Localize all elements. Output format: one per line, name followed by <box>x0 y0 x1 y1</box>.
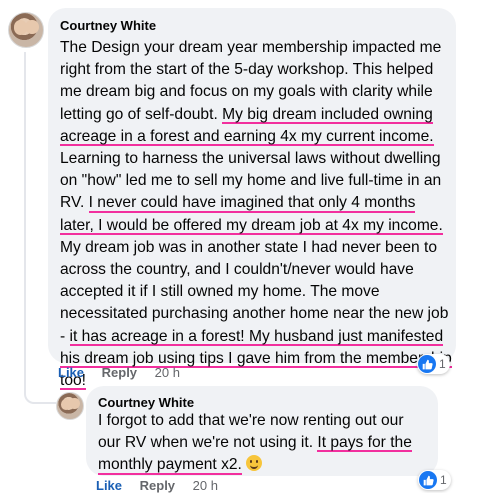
reaction-summary[interactable]: 1 <box>418 470 451 490</box>
like-link[interactable]: Like <box>96 478 122 493</box>
timestamp[interactable]: 20 h <box>155 365 180 380</box>
comment-author[interactable]: Courtney White <box>60 18 156 33</box>
reply-author[interactable]: Courtney White <box>98 395 194 410</box>
thumbs-up-icon <box>419 471 437 489</box>
reply-link[interactable]: Reply <box>102 365 137 380</box>
reply-link[interactable]: Reply <box>140 478 175 493</box>
highlighted-text: I never could have imagined that only 4 … <box>60 194 443 236</box>
avatar[interactable] <box>56 392 84 420</box>
highlighted-text: it has acreage in a forest! My husband j… <box>60 327 452 392</box>
reply-bubble: Courtney White I forgot to add that we'r… <box>86 386 438 476</box>
avatar-face <box>69 398 80 410</box>
comment-bubble: Courtney White The Design your dream yea… <box>48 8 456 392</box>
comment-actions: Like Reply 20 h <box>58 365 194 380</box>
like-link[interactable]: Like <box>58 365 84 380</box>
avatar[interactable] <box>8 12 44 48</box>
thumbs-up-icon <box>418 355 436 373</box>
reaction-count: 1 <box>439 357 446 371</box>
reply-text: I forgot to add that we're now renting o… <box>98 410 428 477</box>
comment-text: The Design your dream year membership im… <box>60 37 452 392</box>
avatar-face <box>25 19 39 35</box>
smile-emoji <box>246 455 263 472</box>
reaction-summary[interactable]: 1 <box>417 354 450 374</box>
reply-actions: Like Reply 20 h <box>96 478 232 493</box>
timestamp[interactable]: 20 h <box>193 478 218 493</box>
reaction-count: 1 <box>440 473 447 487</box>
